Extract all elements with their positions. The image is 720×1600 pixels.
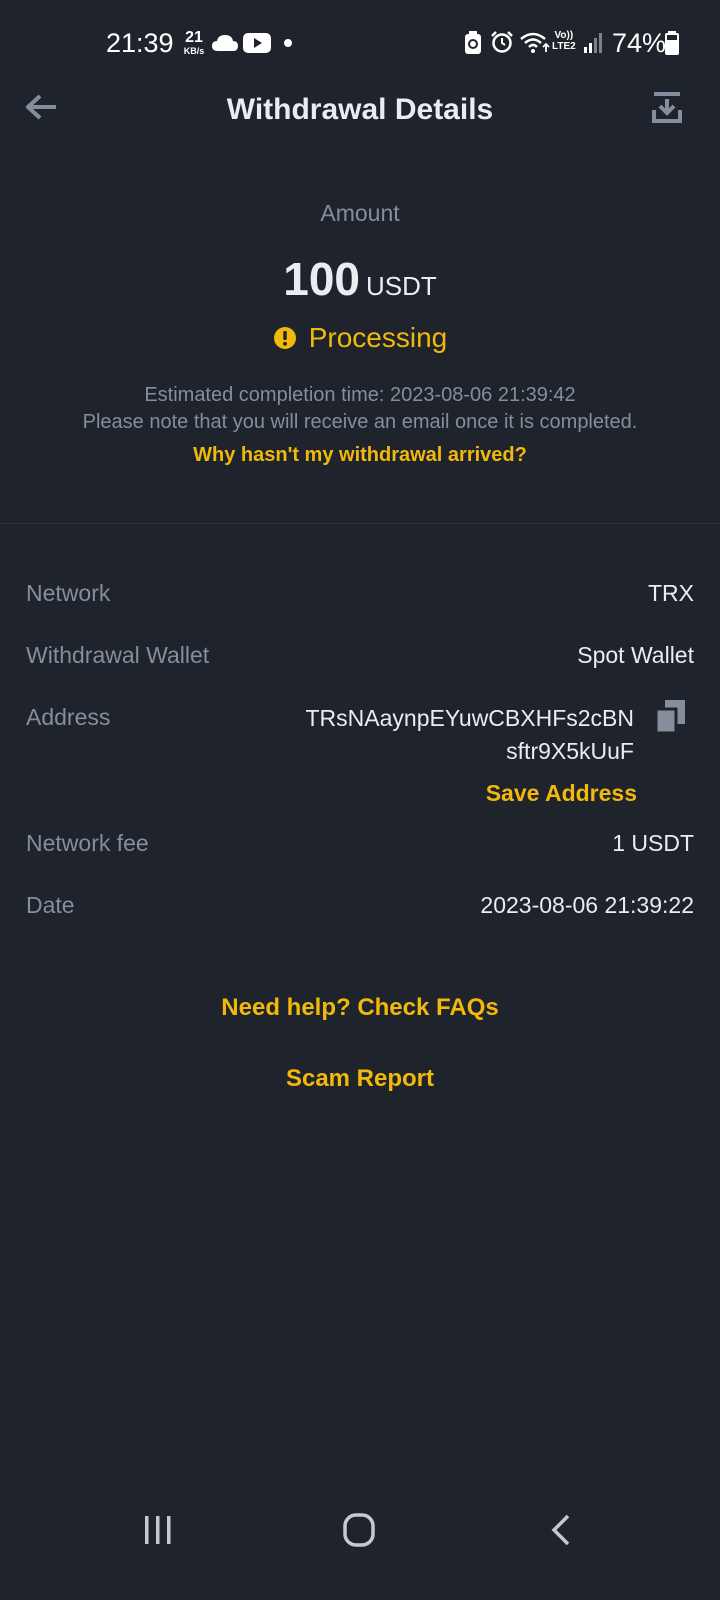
faq-link[interactable]: Need help? Check FAQs	[0, 994, 720, 1022]
dot-icon	[284, 39, 292, 47]
address-line-2: sftr9X5kUuF	[506, 738, 634, 764]
network-speed-value: 21	[185, 29, 203, 46]
status-time: 21:39	[106, 28, 174, 58]
status-bar: 21:39 21 KB/s Vo)) LTE2 74%	[0, 0, 720, 88]
copy-address-button[interactable]	[654, 700, 690, 736]
email-note: Please note that you will receive an ema…	[82, 411, 638, 433]
network-fee-value: 1 USDT	[612, 830, 694, 856]
battery-icon	[665, 31, 679, 55]
wifi-icon	[520, 32, 550, 53]
network-speed: 21 KB/s	[180, 30, 208, 56]
home-icon	[343, 1513, 375, 1547]
network-value: TRX	[648, 580, 694, 606]
battery-percent: 74%	[612, 28, 667, 58]
warning-circle-icon	[273, 327, 296, 349]
volte-label: Vo))	[554, 30, 574, 41]
youtube-icon	[243, 33, 271, 53]
home-button[interactable]	[320, 1500, 400, 1560]
page-title: Withdrawal Details	[226, 93, 494, 126]
address-value: TRsNAaynpEYuwCBXHFs2cBN sftr9X5kUuF	[306, 702, 635, 768]
amount-unit: USDT	[365, 271, 437, 301]
battery-saver-icon	[465, 31, 481, 54]
estimated-completion-time: Estimated completion time: 2023-08-06 21…	[144, 384, 576, 406]
export-button[interactable]	[652, 88, 692, 132]
network-label: Network	[26, 580, 111, 606]
date-value: 2023-08-06 21:39:22	[480, 892, 694, 918]
status-text: Processing	[308, 322, 448, 353]
scam-report-link[interactable]: Scam Report	[0, 1065, 720, 1093]
network-fee-label: Network fee	[26, 830, 149, 856]
alarm-icon	[491, 31, 513, 53]
wallet-value: Spot Wallet	[577, 642, 694, 668]
wallet-label: Withdrawal Wallet	[26, 642, 210, 668]
back-icon	[551, 1514, 570, 1546]
signal-icon	[584, 33, 602, 53]
system-nav-bar	[0, 1500, 720, 1600]
save-address-link[interactable]: Save Address	[486, 780, 637, 807]
cloud-icon	[212, 35, 238, 51]
address-line-1: TRsNAaynpEYuwCBXHFs2cBN	[305, 705, 635, 731]
amount-label: Amount	[320, 200, 400, 226]
lte-label: LTE2	[552, 41, 576, 52]
app-bar: Withdrawal Details	[0, 88, 720, 172]
recent-apps-button[interactable]	[118, 1500, 198, 1560]
volte-indicator: Vo)) LTE2	[552, 30, 576, 52]
system-back-button[interactable]	[522, 1500, 602, 1560]
divider	[0, 523, 720, 524]
completion-info: Estimated completion time: 2023-08-06 21…	[0, 382, 720, 436]
download-export-icon	[652, 92, 682, 123]
why-not-arrived-link[interactable]: Why hasn't my withdrawal arrived?	[0, 444, 720, 467]
recent-apps-icon	[145, 1516, 171, 1544]
address-label: Address	[26, 704, 111, 730]
date-label: Date	[26, 892, 75, 918]
copy-icon	[654, 700, 685, 735]
amount-display: 100 USDT	[0, 252, 720, 306]
network-speed-unit: KB/s	[183, 46, 205, 56]
amount-value: 100	[283, 253, 360, 305]
status-indicator: Processing	[0, 322, 720, 354]
